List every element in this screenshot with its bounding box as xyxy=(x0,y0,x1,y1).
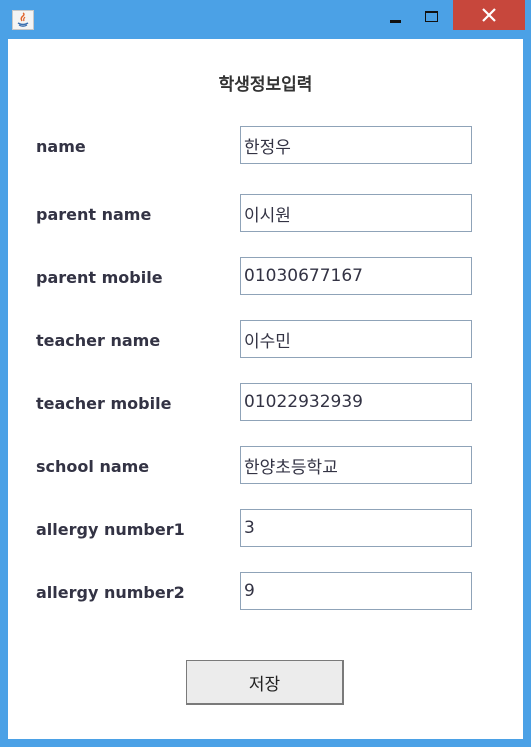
allergy-number1-label: allergy number1 xyxy=(36,520,185,539)
field-row-teacher-mobile: teacher mobile xyxy=(8,383,523,423)
field-row-teacher-name: teacher name xyxy=(8,320,523,360)
teacher-name-label: teacher name xyxy=(36,331,161,350)
field-row-parent-name: parent name xyxy=(8,194,523,234)
parent-mobile-input[interactable] xyxy=(240,257,472,295)
field-row-allergy-number2: allergy number2 xyxy=(8,572,523,612)
school-name-input[interactable] xyxy=(240,446,472,484)
allergy-number1-input[interactable] xyxy=(240,509,472,547)
field-row-allergy-number1: allergy number1 xyxy=(8,509,523,549)
teacher-name-input[interactable] xyxy=(240,320,472,358)
field-row-school-name: school name xyxy=(8,446,523,486)
field-row-parent-mobile: parent mobile xyxy=(8,257,523,297)
app-window: 학생정보입력 name parent name parent mobile te… xyxy=(0,0,531,747)
field-row-name: name xyxy=(8,126,523,166)
save-button[interactable]: 저장 xyxy=(186,660,344,705)
form-title: 학생정보입력 xyxy=(218,75,313,95)
allergy-number2-input[interactable] xyxy=(240,572,472,610)
name-label: name xyxy=(36,137,86,156)
minimize-button[interactable] xyxy=(382,1,412,29)
close-button[interactable] xyxy=(453,0,525,30)
maximize-button[interactable] xyxy=(418,1,448,29)
name-input[interactable] xyxy=(240,126,472,164)
title-bar[interactable] xyxy=(0,0,531,39)
teacher-mobile-input[interactable] xyxy=(240,383,472,421)
parent-name-label: parent name xyxy=(36,205,152,224)
java-icon[interactable] xyxy=(12,10,34,30)
school-name-label: school name xyxy=(36,457,150,476)
allergy-number2-label: allergy number2 xyxy=(36,583,185,602)
teacher-mobile-label: teacher mobile xyxy=(36,394,172,413)
form-panel: 학생정보입력 name parent name parent mobile te… xyxy=(8,39,523,739)
close-icon xyxy=(482,8,496,22)
parent-name-input[interactable] xyxy=(240,194,472,232)
parent-mobile-label: parent mobile xyxy=(36,268,163,287)
